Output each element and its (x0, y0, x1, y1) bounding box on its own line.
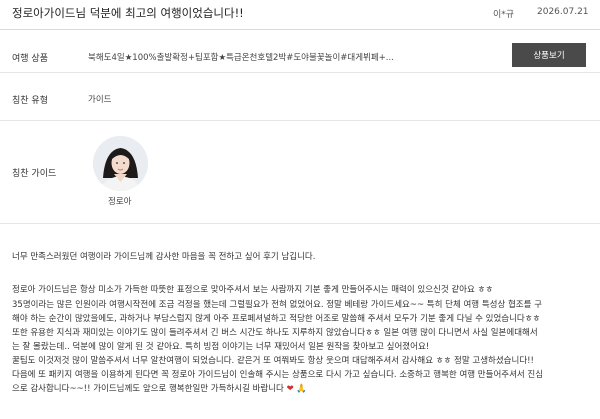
praise-guide-row: 칭찬 가이드 (0, 121, 600, 224)
review-line-text: 으로 감사합니다~~!! 가이드님께도 앞으로 행복한일만 가득하시길 바랍니다 (12, 384, 284, 394)
review-line: 는 잘 몰랐는데.. 덕분에 많이 알게 된 것 같아요. 특히 빙점 이야기는… (12, 342, 430, 352)
praise-guide-label: 칭찬 가이드 (12, 169, 57, 179)
review-line: 정로아 가이드님은 항상 미소가 가득한 따뜻한 표정으로 맞아주셔서 보는 사… (12, 285, 494, 295)
review-date: 2026.07.21 (537, 7, 589, 17)
review-line: 또한 유용한 지식과 재미있는 이야기도 많이 들려주셔서 긴 버스 시간도 하… (12, 328, 538, 338)
review-line: 꿀팁도 이것저것 많이 말씀주셔서 너무 알찬여행이 되었습니다. 같은거 또 … (12, 356, 534, 366)
product-label: 여행 상품 (12, 54, 48, 64)
heart-icon: ❤ (286, 384, 294, 394)
praise-type-row: 칭찬 유형 가이드 (0, 73, 600, 121)
review-line: 해야 하는 순간이 많았을에도, 과하거나 부담스럽지 않게 아주 프로페셔널하… (12, 314, 541, 324)
review-title: 정로아가이드님 덕분에 최고의 여행이었습니다!! (12, 6, 244, 20)
review-line-last: 으로 감사합니다~~!! 가이드님께도 앞으로 행복한일만 가득하시길 바랍니다… (12, 382, 307, 394)
review-author: 이*규 (493, 10, 515, 20)
praise-type-label: 칭찬 유형 (12, 96, 48, 106)
product-name: 북해도4일★100%출발확정+팁포함★특급온천호텔2박#도야불꽃놀이#대게뷔페+… (88, 53, 394, 63)
review-intro: 너무 만족스러웠던 여행이라 가이드님께 감사한 마음을 꼭 전하고 싶어 후기… (12, 252, 316, 262)
review-line: 35명이라는 많은 인원이라 여행시작전에 조금 걱정을 했는데 그럴필요가 전… (12, 300, 542, 310)
review-header: 정로아가이드님 덕분에 최고의 여행이었습니다!! 이*규 2026.07.21 (0, 0, 600, 30)
view-product-button[interactable]: 상품보기 (512, 43, 586, 67)
pray-icon: 🙏 (296, 384, 307, 394)
guide-name: 정로아 (108, 197, 132, 207)
product-row: 여행 상품 북해도4일★100%출발확정+팁포함★특급온천호텔2박#도야불꽃놀이… (0, 38, 600, 73)
praise-type-value: 가이드 (88, 95, 112, 105)
guide-avatar (93, 136, 148, 191)
guide-photo-icon (93, 136, 148, 191)
review-line: 다음에 또 패키지 여행을 이용하게 된다면 꼭 정로아 가이드님이 인솔해 주… (12, 370, 544, 380)
